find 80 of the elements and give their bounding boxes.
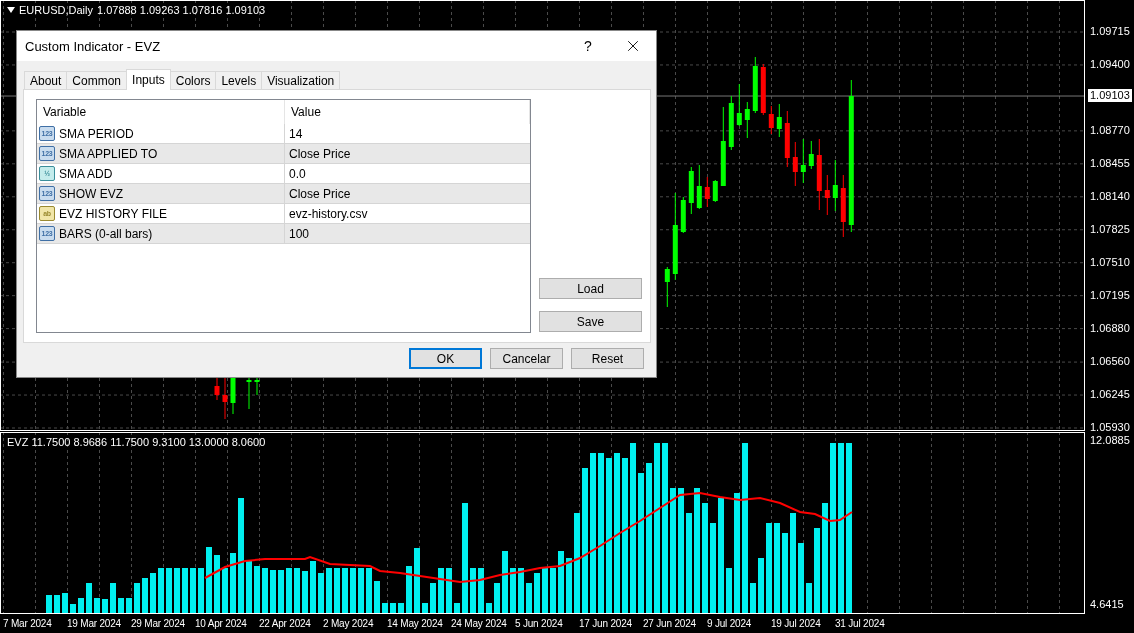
candle (832, 159, 838, 212)
indicator-axis-label: 4.6415 (1089, 598, 1125, 611)
candle (246, 377, 252, 410)
tab[interactable]: About (24, 71, 68, 89)
indicator-axis-label: 12.0885 (1089, 434, 1131, 447)
side-button[interactable]: Save (539, 311, 642, 332)
time-axis-label: 5 Jun 2024 (515, 618, 563, 629)
price-axis-label: 1.05930 (1089, 421, 1131, 434)
candle (214, 377, 220, 401)
tab[interactable]: Inputs (126, 69, 171, 90)
price-axis-label: 1.08140 (1089, 189, 1131, 203)
variable-name: SMA ADD (59, 166, 113, 181)
price-axis-label: 1.07195 (1089, 288, 1131, 302)
candle (760, 63, 766, 116)
candle (776, 103, 782, 138)
candle (230, 375, 236, 415)
time-axis-label: 10 Apr 2024 (195, 618, 247, 629)
time-axis-label: 17 Jun 2024 (579, 618, 632, 629)
time-axis-label: 9 Jul 2024 (707, 618, 752, 629)
candle (840, 174, 846, 238)
candle (664, 266, 670, 308)
side-button[interactable]: Load (539, 278, 642, 299)
variable-name: SMA PERIOD (59, 126, 134, 141)
time-axis-label: 19 Mar 2024 (67, 618, 121, 629)
candle (768, 105, 774, 135)
dialog-button[interactable]: OK (409, 348, 482, 369)
candle (688, 166, 694, 215)
candle (696, 164, 702, 210)
candle (728, 95, 734, 151)
time-axis-label: 7 Mar 2024 (3, 618, 52, 629)
candle (784, 110, 790, 168)
tab[interactable]: Visualization (261, 71, 341, 89)
candle (808, 140, 814, 170)
price-axis-label: 1.07510 (1089, 255, 1131, 269)
dialog-button[interactable]: Cancelar (490, 348, 563, 369)
price-axis-label: 1.06880 (1089, 321, 1131, 335)
value-cell[interactable]: 0.0 (285, 164, 530, 183)
dialog-button[interactable]: Reset (571, 348, 644, 369)
variable-name: EVZ HISTORY FILE (59, 206, 168, 221)
candle (712, 179, 718, 203)
price-axis-label: 1.08770 (1089, 123, 1131, 137)
value-cell[interactable]: evz-history.csv (285, 204, 530, 223)
candle (824, 174, 830, 216)
candle (792, 141, 798, 187)
time-axis-label: 27 Jun 2024 (643, 618, 696, 629)
value-cell[interactable]: Close Price (285, 184, 530, 203)
ohlc-values: 1.07888 1.09263 1.07816 1.09103 (96, 4, 266, 16)
candle (254, 377, 260, 396)
candle (222, 377, 228, 420)
price-axis-label: 1.09715 (1089, 25, 1131, 38)
indicator-label: EVZ 11.7500 8.9686 11.7500 9.3100 13.0000 8.0600 (7, 436, 266, 448)
candle (704, 176, 710, 208)
candle (752, 56, 758, 114)
price-axis-label: 1.07825 (1089, 222, 1131, 236)
price-axis-label: 1.08455 (1089, 156, 1131, 170)
chart-symbol: EURUSD,Daily (19, 4, 93, 16)
time-axis-label: 24 May 2024 (451, 618, 507, 629)
dropdown-triangle-icon[interactable] (7, 7, 15, 13)
variable-name: BARS (0-all bars) (59, 226, 153, 241)
time-axis-label: 31 Jul 2024 (835, 618, 885, 629)
candle (800, 138, 806, 184)
current-price-label: 1.09103 (1088, 89, 1132, 102)
time-axis-label: 2 May 2024 (323, 618, 374, 629)
candle (736, 83, 742, 127)
value-cell[interactable]: 14 (285, 124, 530, 143)
time-axis-label: 29 Mar 2024 (131, 618, 185, 629)
variable-name: SHOW EVZ (59, 186, 123, 201)
price-axis-label: 1.09400 (1089, 57, 1131, 71)
time-axis-label: 14 May 2024 (387, 618, 443, 629)
time-axis-label: 19 Jul 2024 (771, 618, 821, 629)
value-cell[interactable]: 100 (285, 224, 530, 243)
help-button[interactable]: ? (566, 31, 610, 61)
variable-name: SMA APPLIED TO (59, 146, 158, 161)
price-axis-label: 1.06245 (1089, 388, 1131, 402)
time-axis-label: 22 Apr 2024 (259, 618, 311, 629)
candle (680, 196, 686, 234)
value-cell[interactable]: Close Price (285, 144, 530, 163)
price-axis-label: 1.06560 (1089, 355, 1131, 369)
dialog-title: Custom Indicator - EVZ (25, 38, 162, 54)
candle (744, 101, 750, 139)
